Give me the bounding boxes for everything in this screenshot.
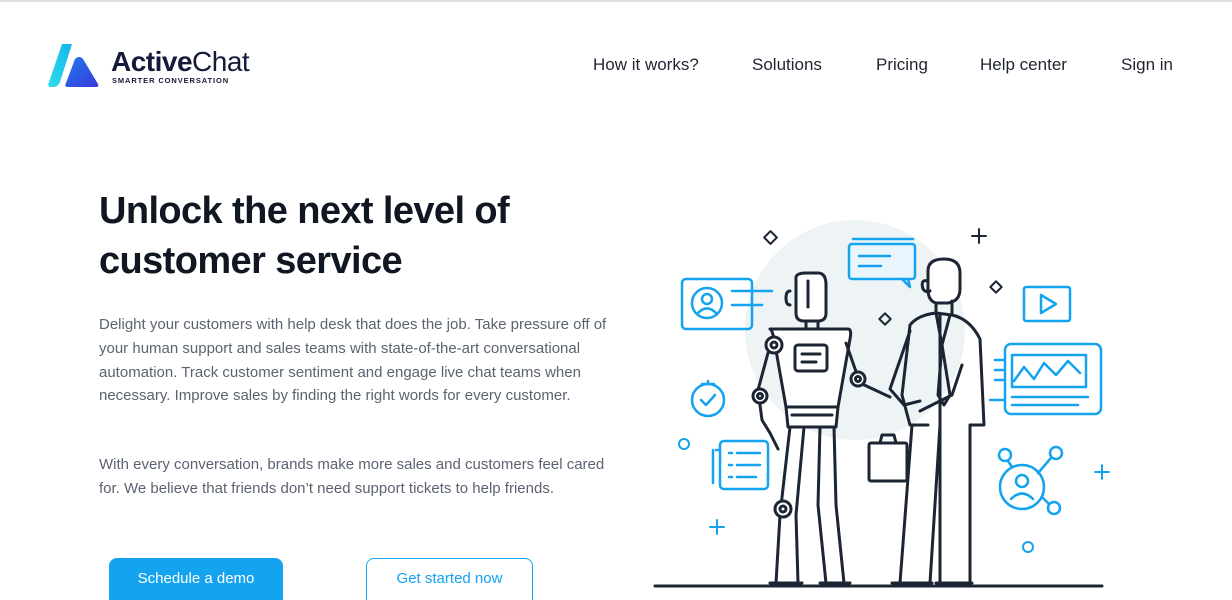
hero-title-line2: customer service	[99, 240, 403, 282]
nav-help-center[interactable]: Help center	[980, 55, 1067, 75]
video-icon	[1022, 285, 1072, 323]
timer-check-icon	[690, 379, 726, 418]
nav-sign-in[interactable]: Sign in	[1121, 55, 1173, 75]
hero-paragraph-2: With every conversation, brands make mor…	[99, 456, 605, 497]
nav-how-it-works[interactable]: How it works?	[593, 55, 699, 75]
robot-human-handshake-illustration	[653, 220, 1110, 588]
network-user-icon	[997, 445, 1064, 516]
nav-solutions[interactable]: Solutions	[752, 55, 822, 75]
brand-name: ActiveChat	[111, 46, 250, 77]
brand-name-bold: Active	[111, 46, 193, 77]
top-border	[0, 0, 1232, 2]
analytics-card-icon	[988, 342, 1103, 416]
schedule-demo-button[interactable]: Schedule a demo	[109, 558, 283, 600]
brand-tagline: SMARTER CONVERSATION	[112, 76, 230, 85]
nav-pricing[interactable]: Pricing	[876, 55, 928, 75]
chat-bubble-icon	[847, 237, 917, 289]
activechat-logo-icon	[48, 44, 99, 87]
hero-title-line1: Unlock the next level of	[99, 190, 510, 232]
list-card-icon	[711, 439, 770, 491]
get-started-button[interactable]: Get started now	[366, 558, 533, 600]
hero-title: Unlock the next level of customer servic…	[99, 186, 569, 286]
brand-logo[interactable]: ActiveChat SMARTER CONVERSATION	[48, 42, 278, 90]
hero-paragraph-1: Delight your customers with help desk th…	[99, 316, 607, 405]
brand-name-regular: Chat	[192, 46, 250, 77]
